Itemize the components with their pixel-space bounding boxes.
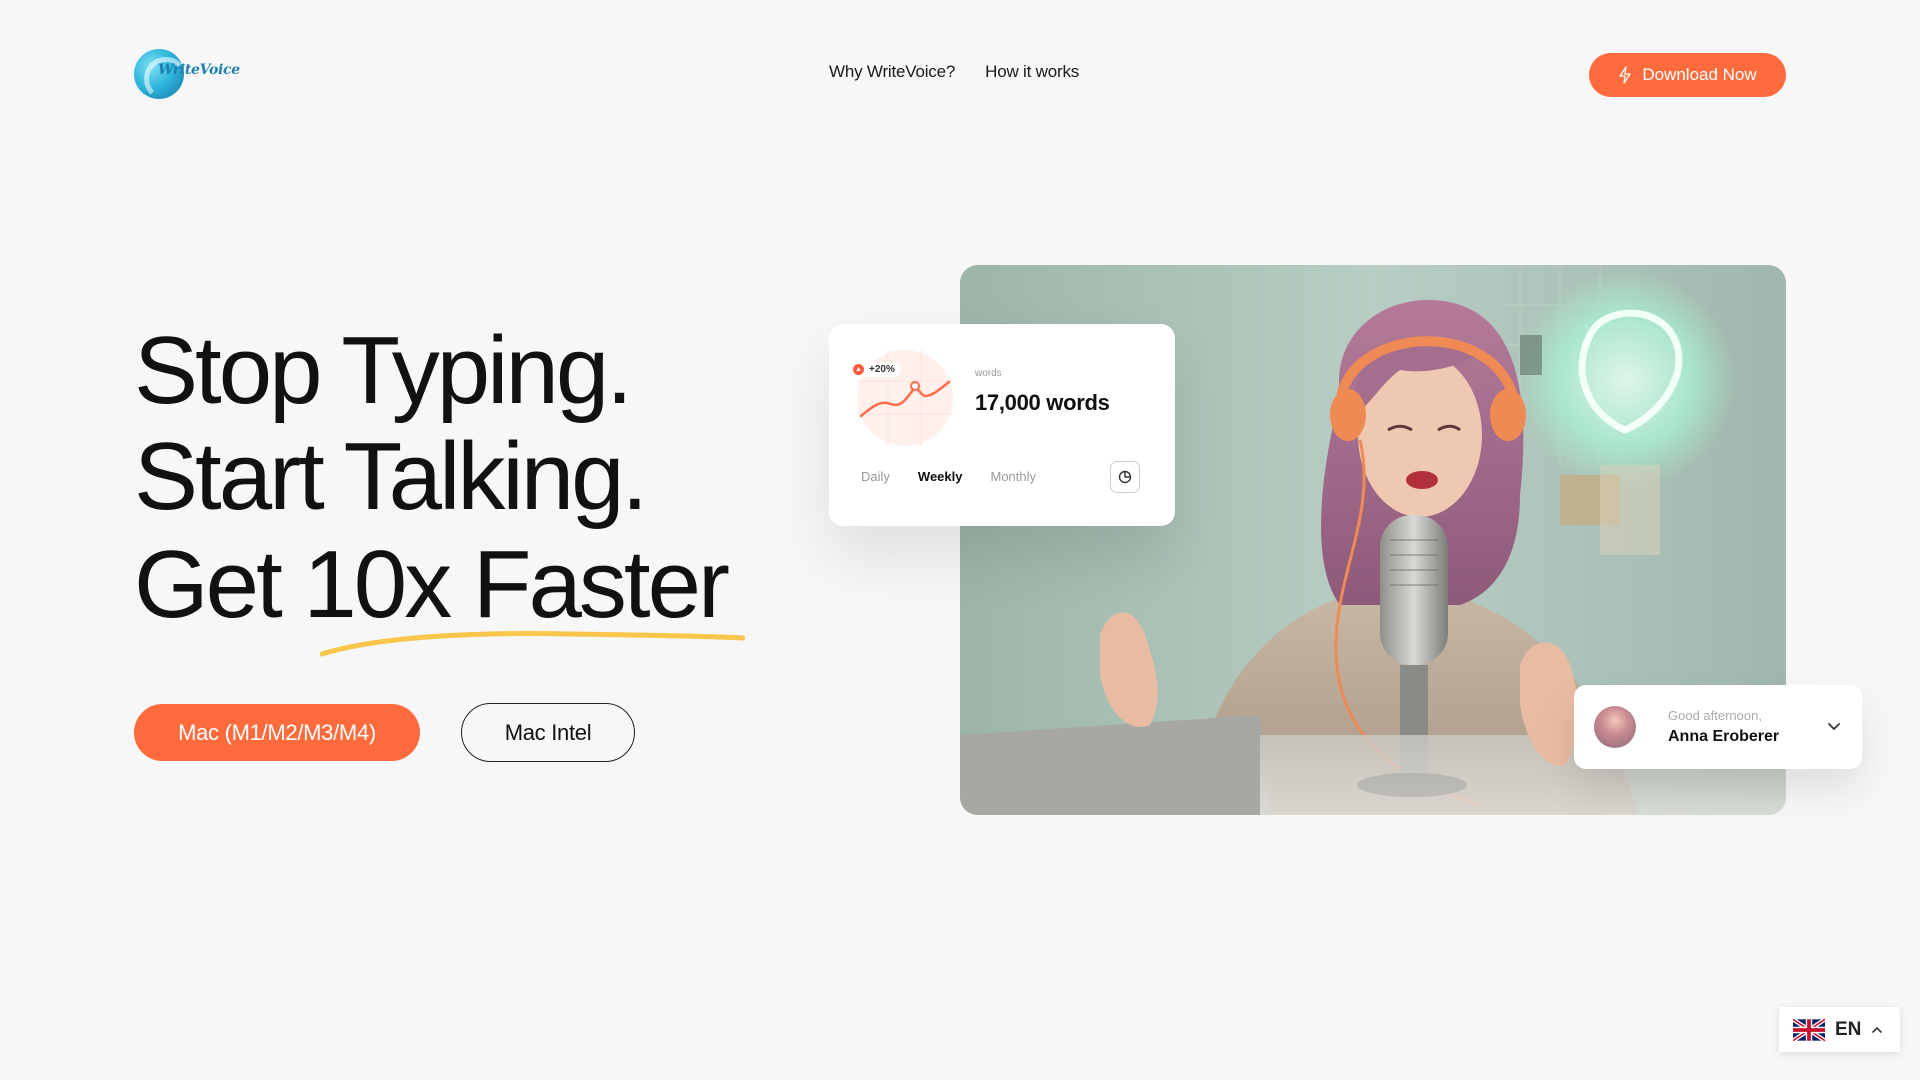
logo-text: WriteVoice	[158, 62, 240, 78]
words-value: 17,000 words	[975, 390, 1110, 415]
period-tabs: Daily Weekly Monthly	[861, 469, 1036, 484]
language-code: EN	[1835, 1018, 1862, 1040]
growth-value: +20%	[869, 364, 895, 375]
tab-daily[interactable]: Daily	[861, 469, 890, 484]
nav-how-it-works[interactable]: How it works	[985, 62, 1079, 82]
hero-line-1: Stop Typing.	[134, 317, 633, 424]
language-selector[interactable]: EN	[1779, 1007, 1900, 1052]
download-now-button[interactable]: Download Now	[1589, 53, 1786, 97]
words-stats-card: ▲ +20% words 17,000 words Daily Weekly M…	[829, 324, 1175, 526]
mac-apple-silicon-button[interactable]: Mac (M1/M2/M3/M4)	[134, 704, 420, 761]
arrow-up-icon: ▲	[853, 364, 864, 375]
user-name: Anna Eroberer	[1668, 728, 1780, 745]
pie-chart-icon	[1118, 470, 1132, 484]
uk-flag-icon	[1793, 1017, 1825, 1042]
hero-line-3-prefix: Get	[134, 531, 304, 638]
pie-chart-button[interactable]	[1110, 461, 1140, 493]
tab-weekly[interactable]: Weekly	[918, 469, 963, 484]
chevron-up-icon	[1872, 1026, 1883, 1033]
download-now-label: Download Now	[1642, 65, 1757, 84]
main-nav: Why WriteVoice? How it works	[829, 62, 1079, 82]
mac-intel-button[interactable]: Mac Intel	[461, 703, 635, 762]
hero-line-2: Start Talking.	[134, 423, 648, 530]
logo[interactable]: WriteVoice	[134, 48, 240, 100]
avatar	[1594, 706, 1636, 748]
words-label: words	[975, 368, 1002, 379]
hero-title: Stop Typing. Start Talking. Get 10x Fast…	[134, 317, 730, 638]
lightning-icon	[1619, 66, 1631, 84]
user-greeting-card[interactable]: Good afternoon, Anna Eroberer	[1574, 685, 1862, 769]
highlight-underline	[320, 631, 745, 657]
chevron-down-icon[interactable]	[1826, 718, 1842, 734]
growth-badge: ▲ +20%	[851, 362, 901, 377]
greeting-text: Good afternoon,	[1668, 708, 1762, 723]
nav-why-writevoice[interactable]: Why WriteVoice?	[829, 62, 955, 82]
tab-monthly[interactable]: Monthly	[990, 469, 1036, 484]
